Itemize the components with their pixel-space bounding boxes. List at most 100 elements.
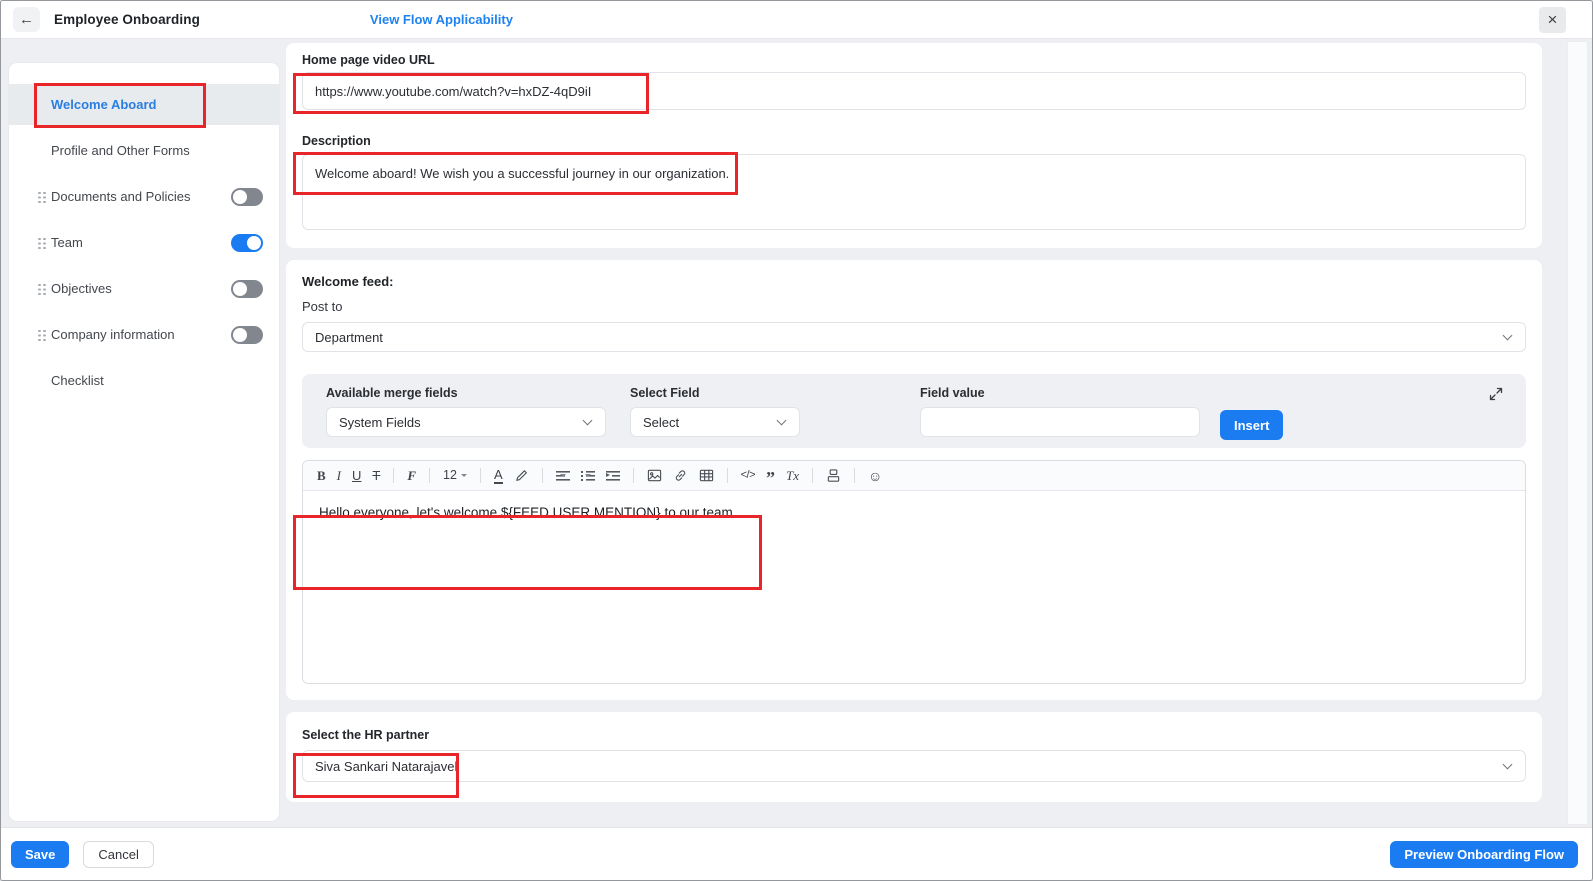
description-label: Description	[302, 134, 371, 148]
insert-image-icon[interactable]	[647, 468, 662, 483]
toolbar-divider	[812, 468, 814, 483]
font-size-select[interactable]: 12	[443, 469, 467, 482]
list-icon[interactable]	[580, 470, 595, 481]
clear-format-icon[interactable]: Tx	[786, 469, 799, 482]
italic-icon[interactable]: I	[337, 469, 341, 482]
preview-onboarding-flow-button[interactable]: Preview Onboarding Flow	[1390, 840, 1578, 868]
page-title: Employee Onboarding	[54, 12, 200, 27]
insert-table-icon[interactable]	[699, 468, 714, 483]
insert-button[interactable]: Insert	[1220, 410, 1284, 440]
select-field-group: Select Field Select	[630, 386, 800, 437]
insert-link-icon[interactable]	[673, 468, 688, 483]
back-button[interactable]: ←	[13, 7, 40, 32]
chevron-down-icon	[1502, 759, 1513, 770]
available-merge-fields-value: System Fields	[339, 414, 421, 430]
available-merge-fields-select[interactable]: System Fields	[326, 407, 606, 437]
save-button[interactable]: Save	[11, 840, 70, 868]
toggle-knob	[247, 235, 261, 250]
editor-content[interactable]: Hello everyone, let's welcome ${FEED USE…	[303, 491, 1525, 683]
toggle-knob	[233, 189, 247, 204]
drag-handle-icon[interactable]	[38, 329, 41, 332]
caret-down-icon	[559, 474, 566, 477]
toolbar-divider	[854, 468, 856, 483]
hr-partner-card: Select the HR partner Siva Sankari Natar…	[286, 712, 1542, 802]
team-toggle[interactable]	[231, 233, 263, 252]
hr-partner-select[interactable]: Siva Sankari Natarajavel	[302, 750, 1526, 782]
bold-icon[interactable]: B	[317, 469, 326, 482]
sidebar-item-team[interactable]: Team	[9, 222, 279, 263]
hr-partner-value: Siva Sankari Natarajavel	[315, 758, 458, 774]
merge-fields-panel: Available merge fields System Fields Sel…	[302, 374, 1526, 448]
sidebar-item-objectives[interactable]: Objectives	[9, 268, 279, 309]
align-icon[interactable]	[555, 470, 570, 481]
caret-down-icon	[584, 474, 591, 477]
steps-sidebar: Welcome Aboard Profile and Other Forms Doc…	[9, 63, 279, 821]
description-textarea[interactable]: Welcome aboard! We wish you a successful…	[302, 154, 1526, 230]
video-url-input[interactable]	[302, 72, 1526, 110]
strikethrough-icon[interactable]: T	[372, 469, 380, 482]
company-information-toggle[interactable]	[231, 325, 263, 344]
blockquote-icon[interactable]: ”	[766, 469, 775, 487]
documents-and-policies-toggle[interactable]	[231, 187, 263, 206]
hr-partner-label: Select the HR partner	[302, 728, 430, 742]
available-merge-fields-label: Available merge fields	[326, 386, 458, 400]
sidebar-item-welcome-aboard[interactable]: Welcome Aboard	[9, 84, 279, 125]
toolbar-divider	[541, 468, 543, 483]
rich-text-editor: B I U T F 12 A </> ” Tx ☺ Hello everyone, let's we…	[302, 460, 1526, 684]
chevron-down-icon	[582, 415, 593, 426]
editor-toolbar: B I U T F 12 A </> ” Tx ☺	[303, 461, 1525, 491]
post-to-value: Department	[315, 329, 383, 345]
sidebar-item-label: Company information	[51, 327, 175, 342]
sidebar-item-checklist[interactable]: Checklist	[9, 360, 279, 401]
toolbar-divider	[632, 468, 634, 483]
close-button[interactable]: ×	[1539, 7, 1566, 33]
font-style-icon[interactable]: F	[407, 469, 416, 482]
sidebar-item-label: Welcome Aboard	[51, 97, 157, 112]
code-view-icon[interactable]: </>	[741, 470, 756, 481]
sidebar-item-documents-and-policies[interactable]: Documents and Policies	[9, 176, 279, 217]
video-url-label: Home page video URL	[302, 53, 435, 67]
sidebar-item-profile-and-other-forms[interactable]: Profile and Other Forms	[9, 130, 279, 171]
welcome-video-card: Home page video URL Description Welcome …	[286, 43, 1542, 248]
field-value-group: Field value	[920, 386, 1200, 437]
objectives-toggle[interactable]	[231, 279, 263, 298]
select-field-value: Select	[643, 414, 680, 430]
close-icon: ×	[1547, 10, 1558, 29]
toolbar-divider	[726, 468, 728, 483]
top-bar: ← Employee Onboarding View Flow Applicab…	[1, 1, 1592, 39]
toggle-knob	[233, 281, 247, 296]
underline-icon[interactable]: U	[352, 469, 361, 482]
footer-bar: Save Cancel Preview Onboarding Flow	[1, 827, 1592, 880]
sidebar-item-label: Profile and Other Forms	[51, 143, 190, 158]
chevron-down-icon	[1502, 330, 1513, 341]
view-flow-applicability-link[interactable]: View Flow Applicability	[370, 12, 513, 27]
indent-icon[interactable]	[605, 470, 620, 481]
toggle-knob	[233, 327, 247, 342]
post-to-label: Post to	[302, 299, 343, 314]
toolbar-divider	[479, 468, 481, 483]
vertical-scrollbar[interactable]	[1567, 41, 1588, 825]
field-value-input[interactable]	[920, 407, 1200, 437]
main-content: Home page video URL Description Welcome …	[286, 43, 1542, 802]
sidebar-item-company-information[interactable]: Company information	[9, 314, 279, 355]
drag-handle-icon[interactable]	[38, 191, 41, 194]
highlighter-icon[interactable]	[514, 468, 529, 483]
select-field-select[interactable]: Select	[630, 407, 800, 437]
field-value-label: Field value	[920, 386, 985, 400]
drag-handle-icon[interactable]	[38, 283, 41, 286]
expand-icon[interactable]	[1488, 386, 1504, 402]
back-arrow-icon: ←	[19, 11, 34, 28]
emoji-icon[interactable]: ☺	[868, 469, 882, 483]
drag-handle-icon[interactable]	[38, 237, 41, 240]
sidebar-item-label: Team	[51, 235, 83, 250]
available-merge-fields-group: Available merge fields System Fields	[326, 386, 606, 437]
onboarding-settings-window: ← Employee Onboarding View Flow Applicab…	[0, 0, 1593, 881]
sidebar-item-label: Objectives	[51, 281, 112, 296]
post-to-select[interactable]: Department	[302, 322, 1526, 352]
sidebar-item-label: Checklist	[51, 373, 104, 388]
caret-down-icon	[460, 474, 467, 477]
page-layout-icon[interactable]	[826, 468, 841, 483]
cancel-button[interactable]: Cancel	[83, 840, 154, 868]
font-color-icon[interactable]: A	[493, 468, 503, 484]
sidebar-item-label: Documents and Policies	[51, 189, 191, 204]
